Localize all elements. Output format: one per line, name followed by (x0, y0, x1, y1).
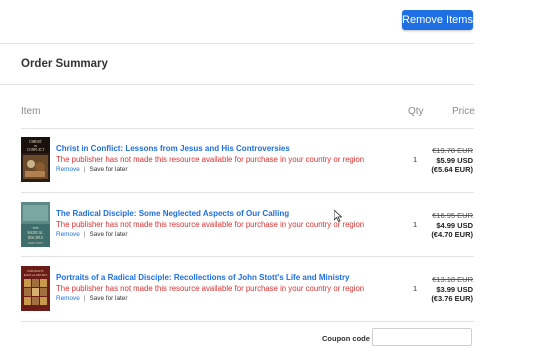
divider (21, 256, 474, 257)
original-price: €19.78 EUR (432, 146, 473, 155)
svg-text:CHRIST: CHRIST (29, 140, 43, 144)
svg-text:RADICAL DISCIPLE: RADICAL DISCIPLE (24, 274, 48, 277)
divider (21, 128, 474, 129)
save-for-later-link[interactable]: Save for later (89, 231, 127, 238)
availability-notice: The publisher has not made this resource… (56, 284, 365, 293)
availability-notice: The publisher has not made this resource… (56, 220, 365, 229)
item-actions: Remove | Save for later (56, 166, 127, 173)
quantity-value: 1 (413, 284, 418, 293)
save-for-later-link[interactable]: Save for later (89, 295, 127, 302)
separator: | (83, 231, 86, 238)
original-price: €13.18 EUR (432, 275, 473, 284)
coupon-code-label: Coupon code (322, 334, 370, 343)
order-panel: Remove Items Order Summary Item Qty Pric… (0, 0, 475, 352)
separator: | (83, 295, 86, 302)
quantity-value: 1 (413, 155, 418, 164)
price-eur: (€5.64 EUR) (431, 165, 473, 174)
product-title-link[interactable]: The Radical Disciple: Some Neglected Asp… (56, 209, 289, 218)
separator: | (83, 166, 86, 173)
cart-item-row: PORTRAITS RADICAL DISCIPLE Portraits of … (0, 266, 474, 326)
svg-text:DISCIPLE: DISCIPLE (28, 236, 45, 240)
price-block: €16.95 EUR $4.99 USD (€4.70 EUR) (431, 211, 473, 240)
price-usd: $5.99 USD (436, 155, 473, 165)
price-block: €13.18 EUR $3.99 USD (€3.76 EUR) (431, 275, 473, 304)
availability-notice: The publisher has not made this resource… (56, 155, 365, 164)
product-title-link[interactable]: Christ in Conflict: Lessons from Jesus a… (56, 144, 290, 153)
svg-text:RADICAL: RADICAL (28, 231, 44, 235)
book-cover-image[interactable]: PORTRAITS RADICAL DISCIPLE (21, 266, 50, 311)
item-actions: Remove | Save for later (56, 231, 127, 238)
remove-items-button[interactable]: Remove Items (402, 10, 473, 30)
cart-item-row: CHRIST IN CONFLICT Christ in Conflict: L… (0, 137, 474, 197)
order-summary-title: Order Summary (21, 58, 108, 70)
item-actions: Remove | Save for later (56, 295, 127, 302)
price-eur: (€4.70 EUR) (431, 230, 473, 239)
divider (21, 321, 474, 322)
column-header-price: Price (452, 106, 475, 117)
svg-text:JOHN STOTT: JOHN STOTT (28, 242, 44, 245)
remove-link[interactable]: Remove (56, 166, 80, 173)
column-header-qty: Qty (408, 106, 424, 117)
coupon-code-input[interactable] (372, 328, 472, 346)
remove-link[interactable]: Remove (56, 231, 80, 238)
divider (0, 84, 474, 85)
divider (0, 43, 474, 44)
price-usd: $4.99 USD (436, 220, 473, 230)
svg-text:CONFLICT: CONFLICT (27, 148, 45, 152)
book-cover-image[interactable]: THE RADICAL DISCIPLE JOHN STOTT (21, 202, 50, 247)
column-header-item: Item (21, 106, 41, 117)
product-title-link[interactable]: Portraits of a Radical Disciple: Recolle… (56, 273, 350, 282)
save-for-later-link[interactable]: Save for later (89, 166, 127, 173)
price-block: €19.78 EUR $5.99 USD (€5.64 EUR) (431, 146, 473, 175)
price-usd: $3.99 USD (436, 284, 473, 294)
price-eur: (€3.76 EUR) (431, 294, 473, 303)
quantity-value: 1 (413, 220, 418, 229)
divider (21, 192, 474, 193)
remove-link[interactable]: Remove (56, 295, 80, 302)
original-price: €16.95 EUR (432, 211, 473, 220)
mouse-cursor-icon (334, 210, 342, 222)
book-cover-image[interactable]: CHRIST IN CONFLICT (21, 137, 50, 182)
svg-text:PORTRAITS: PORTRAITS (27, 269, 43, 273)
svg-text:THE: THE (32, 226, 38, 230)
cart-item-row: THE RADICAL DISCIPLE JOHN STOTT The Radi… (0, 202, 474, 262)
